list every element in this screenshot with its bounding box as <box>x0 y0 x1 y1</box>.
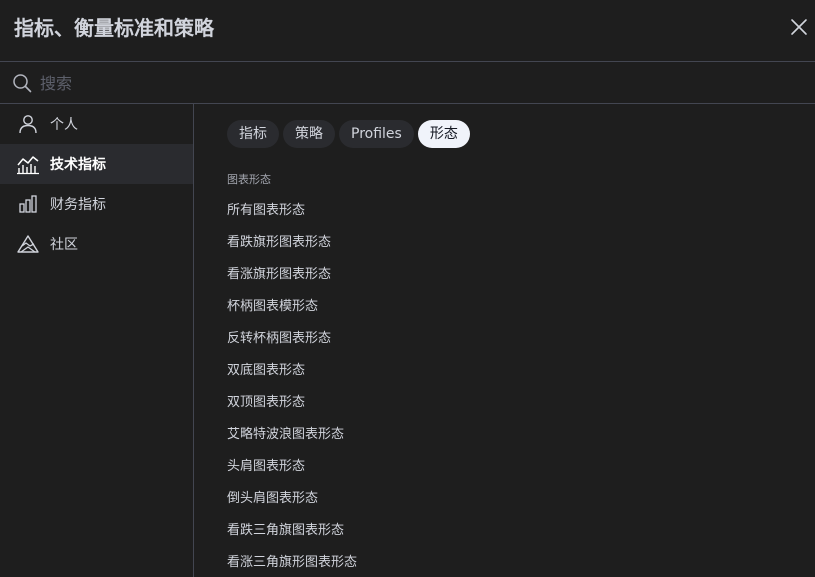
sidebar-item-label: 个人 <box>50 117 78 133</box>
mountain-icon <box>16 232 40 256</box>
pattern-list: 所有图表形态 看跌旗形图表形态 看涨旗形图表形态 杯柄图表模形态 反转杯柄图表形… <box>227 195 787 577</box>
list-item[interactable]: 双顶图表形态 <box>227 387 787 419</box>
tab-strategies[interactable]: 策略 <box>283 120 335 148</box>
sidebar-item-label: 技术指标 <box>50 157 106 173</box>
dialog-header: 指标、衡量标准和策略 <box>0 0 815 62</box>
tab-patterns[interactable]: 形态 <box>417 120 470 148</box>
sidebar-item-label: 社区 <box>50 237 78 253</box>
bar-chart-icon <box>16 192 40 216</box>
list-item[interactable]: 看跌旗形图表形态 <box>227 227 787 259</box>
tab-profiles[interactable]: Profiles <box>339 120 414 148</box>
main-content: 指标 策略 Profiles 形态 图表形态 所有图表形态 看跌旗形图表形态 看… <box>195 104 815 577</box>
user-icon <box>16 112 40 136</box>
list-item[interactable]: 反转杯柄图表形态 <box>227 323 787 355</box>
section-title: 图表形态 <box>227 173 271 186</box>
sidebar-item-financials[interactable]: 财务指标 <box>0 184 193 224</box>
sidebar-item-community[interactable]: 社区 <box>0 224 193 264</box>
chart-line-icon <box>16 152 40 176</box>
category-tabs: 指标 策略 Profiles 形态 <box>227 120 470 148</box>
search-bar <box>0 62 815 104</box>
sidebar-item-technical-indicators[interactable]: 技术指标 <box>0 144 193 184</box>
list-item[interactable]: 看跌三角旗图表形态 <box>227 515 787 547</box>
list-item[interactable]: 杯柄图表模形态 <box>227 291 787 323</box>
sidebar: 个人 技术指标 财务指标 社区 <box>0 104 194 577</box>
tab-indicators[interactable]: 指标 <box>227 120 279 148</box>
list-item[interactable]: 看涨旗形图表形态 <box>227 259 787 291</box>
close-icon[interactable] <box>789 17 809 37</box>
list-item[interactable]: 双底图表形态 <box>227 355 787 387</box>
list-item[interactable]: 头肩图表形态 <box>227 451 787 483</box>
search-input[interactable] <box>40 69 800 97</box>
sidebar-item-personal[interactable]: 个人 <box>0 104 193 144</box>
list-item[interactable]: 艾略特波浪图表形态 <box>227 419 787 451</box>
list-item[interactable]: 所有图表形态 <box>227 195 787 227</box>
sidebar-item-label: 财务指标 <box>50 197 106 213</box>
list-item[interactable]: 看涨三角旗形图表形态 <box>227 547 787 577</box>
list-item[interactable]: 倒头肩图表形态 <box>227 483 787 515</box>
search-icon <box>12 73 32 93</box>
dialog-title: 指标、衡量标准和策略 <box>14 16 214 40</box>
